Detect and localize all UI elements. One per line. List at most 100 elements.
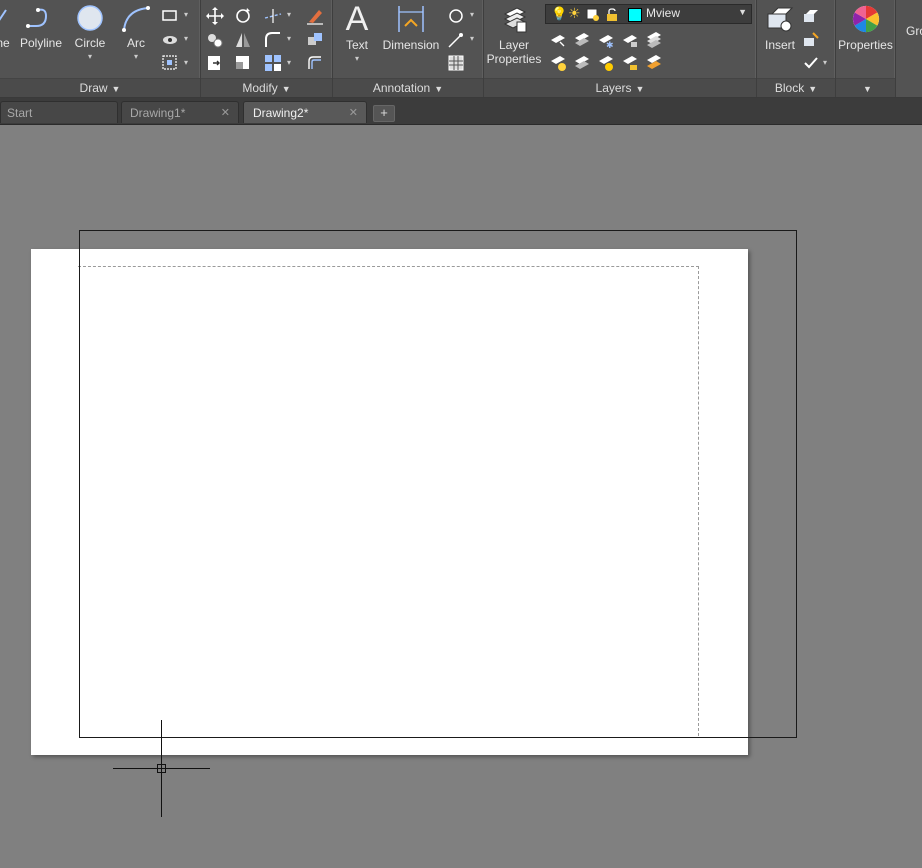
mirror-icon[interactable] <box>233 30 253 50</box>
line-button[interactable]: ne <box>0 4 12 50</box>
layout-viewport[interactable] <box>79 230 797 738</box>
tab-drawing2[interactable]: Drawing2* ✕ <box>243 101 367 123</box>
properties-panel-title[interactable]: ▼ <box>836 78 895 97</box>
array-dropdown-icon[interactable]: ▾ <box>287 58 291 67</box>
multileader-icon[interactable] <box>446 30 466 50</box>
hatch-icon[interactable] <box>160 30 180 50</box>
tab-start[interactable]: Start <box>0 101 118 123</box>
boundary-dropdown-icon[interactable]: ▾ <box>184 58 188 67</box>
color-wheel-icon <box>852 5 879 33</box>
svg-text:✱: ✱ <box>606 40 614 50</box>
layers-panel: Layer Properties 💡 ☀ Mview ▼ ✱ Layers ▼ <box>484 0 757 97</box>
ribbon: ne Polyline Circle ▾ Arc ▾ ▾ ▾ ▾ Draw▼ ▾ <box>0 0 922 98</box>
offset-icon[interactable] <box>305 53 325 73</box>
block-title-text: Block <box>774 81 805 95</box>
copy-icon[interactable] <box>205 30 225 50</box>
lock-icon[interactable] <box>606 8 618 22</box>
dimension-button[interactable]: Dimension <box>379 4 443 52</box>
modify-panel-title[interactable]: Modify ▼ <box>201 78 332 97</box>
block-panel-title[interactable]: Block ▼ <box>757 78 835 97</box>
sun-icon[interactable]: ☀ <box>568 5 581 22</box>
chevron-down-icon: ▼ <box>738 7 747 17</box>
chevron-down-icon: ▼ <box>111 84 121 94</box>
drawing-canvas[interactable] <box>0 125 922 868</box>
new-tab-button[interactable]: + <box>373 105 395 122</box>
insert-button[interactable]: Insert <box>759 4 801 52</box>
text-label: Text <box>345 38 368 52</box>
text-button[interactable]: A Text ▾ <box>339 0 375 66</box>
arc-dropdown-icon[interactable]: ▾ <box>118 50 154 64</box>
rectangle-dropdown-icon[interactable]: ▾ <box>184 10 188 19</box>
leader-dropdown-icon[interactable]: ▾ <box>470 10 474 19</box>
polyline-button[interactable]: Polyline <box>18 4 64 50</box>
text-dropdown-icon[interactable]: ▾ <box>339 52 375 66</box>
modify-panel: ▾ ▾ ▾ Modify ▼ <box>201 0 333 97</box>
layer-properties-button[interactable]: Layer Properties <box>486 4 542 66</box>
boundary-icon[interactable] <box>160 53 180 73</box>
polyline-icon <box>26 8 48 28</box>
rectangle-icon[interactable] <box>160 6 180 26</box>
explode-icon[interactable] <box>305 30 325 50</box>
layers-panel-title[interactable]: Layers ▼ <box>484 78 756 97</box>
layer-thaw-icon[interactable] <box>596 53 616 73</box>
lightbulb-icon[interactable]: 💡 <box>551 6 567 22</box>
scale-icon[interactable] <box>233 53 253 73</box>
hatch-dropdown-icon[interactable]: ▾ <box>184 34 188 43</box>
arc-icon <box>122 6 150 32</box>
circle-dropdown-icon[interactable]: ▾ <box>70 50 110 64</box>
table-icon[interactable] <box>446 53 466 73</box>
annotation-panel-title[interactable]: Annotation ▼ <box>333 78 483 97</box>
trim-icon[interactable] <box>263 6 283 26</box>
groups-button[interactable]: Gro <box>906 24 922 38</box>
block-attribute-dropdown-icon[interactable]: ▾ <box>823 58 827 67</box>
dimension-label: Dimension <box>382 38 440 52</box>
layer-on-icon[interactable] <box>548 53 568 73</box>
multileader-dropdown-icon[interactable]: ▾ <box>470 34 474 43</box>
draw-panel: ne Polyline Circle ▾ Arc ▾ ▾ ▾ ▾ Draw▼ <box>0 0 201 97</box>
layer-match-icon[interactable] <box>644 30 664 50</box>
tab-drawing2-label: Drawing2* <box>253 106 309 120</box>
text-a-icon: A <box>345 0 369 38</box>
close-icon[interactable]: ✕ <box>221 102 230 124</box>
array-icon[interactable] <box>263 53 283 73</box>
current-layer-name: Mview <box>646 6 681 20</box>
move-icon[interactable] <box>205 6 225 26</box>
tab-drawing1[interactable]: Drawing1* ✕ <box>121 101 239 123</box>
chevron-down-icon: ▼ <box>281 84 291 94</box>
layer-dropdown[interactable]: 💡 ☀ Mview ▼ <box>545 4 752 24</box>
fillet-icon[interactable] <box>263 30 283 50</box>
tab-start-label: Start <box>7 106 33 120</box>
layer-walk-icon[interactable] <box>644 53 664 73</box>
edit-block-icon[interactable] <box>801 30 821 50</box>
layer-lock-icon[interactable] <box>620 30 640 50</box>
stretch-icon[interactable] <box>205 53 225 73</box>
layer-isolate-icon[interactable] <box>572 30 592 50</box>
polyline-label: Polyline <box>19 36 63 50</box>
leader-icon[interactable] <box>446 6 466 26</box>
properties-button[interactable]: Properties <box>836 4 895 52</box>
chevron-down-icon: ▼ <box>808 84 818 94</box>
trim-dropdown-icon[interactable]: ▾ <box>287 10 291 19</box>
modify-title-text: Modify <box>242 81 278 95</box>
properties-panel: Properties ▼ <box>836 0 896 97</box>
erase-icon[interactable] <box>305 6 325 26</box>
circle-button[interactable]: Circle ▾ <box>70 4 110 64</box>
draw-panel-title[interactable]: Draw ▼ <box>0 78 200 97</box>
viewport-freeze-icon[interactable] <box>586 8 600 22</box>
layer-unlock-icon[interactable] <box>620 53 640 73</box>
circle-icon <box>77 5 103 31</box>
layer-freeze-icon[interactable]: ✱ <box>596 30 616 50</box>
pickbox <box>157 764 166 773</box>
arc-button[interactable]: Arc ▾ <box>118 4 154 64</box>
chevron-down-icon: ▼ <box>863 84 872 94</box>
layer-unisolate-icon[interactable] <box>572 53 592 73</box>
close-icon[interactable]: ✕ <box>349 102 358 124</box>
rotate-icon[interactable] <box>233 6 253 26</box>
create-block-icon[interactable] <box>801 6 821 26</box>
layers-title-text: Layers <box>595 81 632 95</box>
dimension-icon <box>398 6 424 32</box>
layer-off-icon[interactable] <box>548 30 568 50</box>
fillet-dropdown-icon[interactable]: ▾ <box>287 34 291 43</box>
insert-block-icon <box>767 7 794 32</box>
block-attribute-icon[interactable] <box>801 53 821 73</box>
